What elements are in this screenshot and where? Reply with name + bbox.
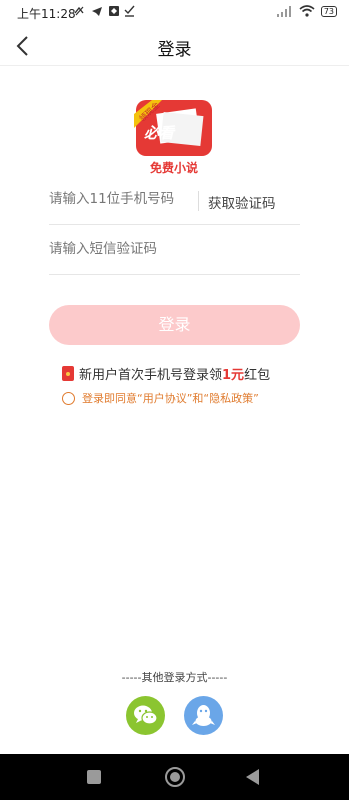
status-right: 73 bbox=[276, 5, 337, 17]
battery-icon: 73 bbox=[320, 5, 337, 17]
logo-subtitle: 免费小说 bbox=[150, 160, 198, 175]
back-triangle-icon[interactable] bbox=[246, 769, 259, 785]
promo-text: 新用户首次手机号登录领1元红包 bbox=[79, 364, 270, 383]
promo-text-after: 红包 bbox=[244, 368, 271, 383]
promo-line: 新用户首次手机号登录领1元红包 bbox=[62, 364, 270, 383]
promo-text-before: 新用户首次手机号登录领 bbox=[79, 368, 223, 383]
login-button[interactable]: 登录 bbox=[49, 305, 300, 345]
status-time: 上午11:28 bbox=[17, 7, 76, 21]
agreement-prefix: 登录即同意 bbox=[82, 392, 137, 405]
qq-penguin-icon bbox=[192, 705, 215, 726]
field-divider bbox=[198, 191, 199, 211]
agreement-text: 登录即同意“用户协议”和“隐私政策” bbox=[82, 390, 259, 406]
red-envelope-icon bbox=[62, 366, 74, 381]
get-code-button[interactable]: 获取验证码 bbox=[208, 192, 276, 212]
home-icon[interactable] bbox=[165, 767, 185, 787]
wechat-login-button[interactable] bbox=[126, 696, 165, 735]
user-agreement-link[interactable]: “用户协议” bbox=[137, 392, 192, 405]
promo-amount: 1元 bbox=[222, 368, 245, 383]
agreement-radio[interactable] bbox=[62, 391, 75, 405]
agreement-line: 登录即同意“用户协议”和“隐私政策” bbox=[62, 390, 259, 406]
status-bar: 上午11:28 73 bbox=[0, 0, 349, 26]
system-nav-bar bbox=[0, 754, 349, 800]
wifi-icon bbox=[299, 5, 315, 17]
page-title: 登录 bbox=[157, 40, 192, 60]
logo-brand-text: 必看 bbox=[144, 124, 176, 142]
qq-login-button[interactable] bbox=[184, 696, 223, 735]
notification-icons-svg bbox=[74, 5, 135, 17]
agreement-and: 和 bbox=[192, 392, 204, 405]
other-login-label: -----其他登录方式----- bbox=[121, 671, 228, 684]
phone-input[interactable] bbox=[49, 191, 189, 207]
privacy-policy-link[interactable]: “隐私政策” bbox=[203, 392, 258, 405]
phone-field-row: 获取验证码 bbox=[49, 177, 300, 225]
sms-field-row bbox=[49, 227, 300, 275]
app-logo: 领现金 必看 免费小说 bbox=[134, 100, 212, 175]
header: 登录 bbox=[0, 26, 349, 66]
recent-apps-icon[interactable] bbox=[87, 770, 101, 784]
signal-icon bbox=[276, 5, 291, 17]
login-page: 上午11:28 73 登录 领现金 必看 免费小说 请输入11位手机号码 获取验… bbox=[0, 0, 349, 800]
notification-icons bbox=[74, 5, 138, 20]
wechat-icon bbox=[134, 705, 158, 725]
sms-code-input[interactable] bbox=[49, 241, 289, 257]
